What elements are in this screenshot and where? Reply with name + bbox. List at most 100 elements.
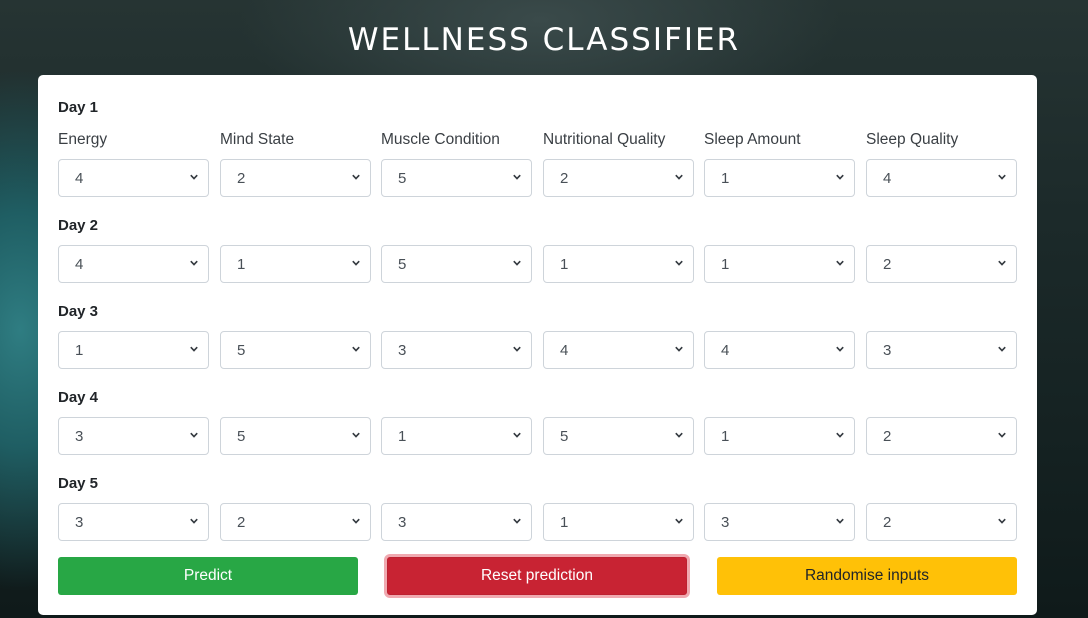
randomise-inputs-button[interactable]: Randomise inputs: [717, 557, 1017, 595]
select-value: 1: [560, 255, 569, 273]
day3-mind-state-select[interactable]: 5: [220, 331, 371, 369]
select-value: 2: [237, 169, 246, 187]
chevron-down-icon: [513, 174, 521, 180]
day3-sleep-amount-select[interactable]: 4: [704, 331, 855, 369]
select-value: 1: [75, 341, 84, 359]
chevron-down-icon: [836, 518, 844, 524]
day3-muscle-condition-select[interactable]: 3: [381, 331, 532, 369]
day2-muscle-condition-select[interactable]: 5: [381, 245, 532, 283]
input-form-card: Day 1 Energy Mind State Muscle Condition…: [38, 75, 1037, 615]
chevron-down-icon: [836, 346, 844, 352]
select-value: 3: [398, 513, 407, 531]
chevron-down-icon: [998, 518, 1006, 524]
select-value: 1: [721, 169, 730, 187]
chevron-down-icon: [675, 174, 683, 180]
select-value: 5: [398, 255, 407, 273]
day5-energy-select[interactable]: 3: [58, 503, 209, 541]
day1-mind-state-select[interactable]: 2: [220, 159, 371, 197]
day-label: Day 5: [58, 475, 99, 492]
day5-nutritional-quality-select[interactable]: 1: [543, 503, 694, 541]
chevron-down-icon: [190, 260, 198, 266]
select-value: 4: [883, 169, 892, 187]
day2-sleep-amount-select[interactable]: 1: [704, 245, 855, 283]
column-label-mind-state: Mind State: [220, 131, 295, 148]
chevron-down-icon: [352, 432, 360, 438]
chevron-down-icon: [998, 174, 1006, 180]
day4-nutritional-quality-select[interactable]: 5: [543, 417, 694, 455]
select-value: 1: [721, 427, 730, 445]
day5-mind-state-select[interactable]: 2: [220, 503, 371, 541]
select-value: 2: [883, 255, 892, 273]
column-label-muscle-condition: Muscle Condition: [381, 131, 500, 148]
reset-prediction-button[interactable]: Reset prediction: [387, 557, 687, 595]
chevron-down-icon: [836, 260, 844, 266]
day2-sleep-quality-select[interactable]: 2: [866, 245, 1017, 283]
day4-sleep-amount-select[interactable]: 1: [704, 417, 855, 455]
column-label-sleep-quality: Sleep Quality: [866, 131, 959, 148]
select-value: 2: [237, 513, 246, 531]
chevron-down-icon: [998, 346, 1006, 352]
day-label: Day 1: [58, 99, 99, 116]
select-value: 4: [560, 341, 569, 359]
day4-sleep-quality-select[interactable]: 2: [866, 417, 1017, 455]
select-value: 3: [883, 341, 892, 359]
day5-muscle-condition-select[interactable]: 3: [381, 503, 532, 541]
select-value: 3: [721, 513, 730, 531]
day3-energy-select[interactable]: 1: [58, 331, 209, 369]
chevron-down-icon: [190, 518, 198, 524]
chevron-down-icon: [352, 260, 360, 266]
day-label: Day 2: [58, 217, 99, 234]
select-value: 1: [560, 513, 569, 531]
page-title: WELLNESS CLASSIFIER: [347, 22, 741, 58]
day1-energy-select[interactable]: 4: [58, 159, 209, 197]
chevron-down-icon: [836, 432, 844, 438]
day2-nutritional-quality-select[interactable]: 1: [543, 245, 694, 283]
day4-mind-state-select[interactable]: 5: [220, 417, 371, 455]
day2-energy-select[interactable]: 4: [58, 245, 209, 283]
day4-energy-select[interactable]: 3: [58, 417, 209, 455]
select-value: 3: [75, 513, 84, 531]
chevron-down-icon: [190, 174, 198, 180]
chevron-down-icon: [352, 518, 360, 524]
select-value: 2: [883, 427, 892, 445]
day3-sleep-quality-select[interactable]: 3: [866, 331, 1017, 369]
column-label-nutritional-quality: Nutritional Quality: [543, 131, 666, 148]
column-label-sleep-amount: Sleep Amount: [704, 131, 801, 148]
day-label: Day 3: [58, 303, 99, 320]
select-value: 4: [75, 255, 84, 273]
select-value: 1: [721, 255, 730, 273]
day5-sleep-quality-select[interactable]: 2: [866, 503, 1017, 541]
select-value: 5: [237, 427, 246, 445]
day3-nutritional-quality-select[interactable]: 4: [543, 331, 694, 369]
select-value: 3: [75, 427, 84, 445]
day5-sleep-amount-select[interactable]: 3: [704, 503, 855, 541]
chevron-down-icon: [513, 432, 521, 438]
chevron-down-icon: [513, 260, 521, 266]
select-value: 1: [237, 255, 246, 273]
chevron-down-icon: [190, 432, 198, 438]
chevron-down-icon: [998, 260, 1006, 266]
chevron-down-icon: [675, 346, 683, 352]
chevron-down-icon: [352, 174, 360, 180]
chevron-down-icon: [513, 518, 521, 524]
select-value: 1: [398, 427, 407, 445]
chevron-down-icon: [675, 518, 683, 524]
day1-muscle-condition-select[interactable]: 5: [381, 159, 532, 197]
column-label-energy: Energy: [58, 131, 108, 148]
day2-mind-state-select[interactable]: 1: [220, 245, 371, 283]
chevron-down-icon: [836, 174, 844, 180]
chevron-down-icon: [998, 432, 1006, 438]
day1-sleep-amount-select[interactable]: 1: [704, 159, 855, 197]
chevron-down-icon: [675, 432, 683, 438]
chevron-down-icon: [190, 346, 198, 352]
predict-button[interactable]: Predict: [58, 557, 358, 595]
select-value: 4: [721, 341, 730, 359]
select-value: 3: [398, 341, 407, 359]
select-value: 5: [398, 169, 407, 187]
day1-nutritional-quality-select[interactable]: 2: [543, 159, 694, 197]
select-value: 2: [883, 513, 892, 531]
day4-muscle-condition-select[interactable]: 1: [381, 417, 532, 455]
day1-sleep-quality-select[interactable]: 4: [866, 159, 1017, 197]
day-label: Day 4: [58, 389, 99, 406]
select-value: 4: [75, 169, 84, 187]
